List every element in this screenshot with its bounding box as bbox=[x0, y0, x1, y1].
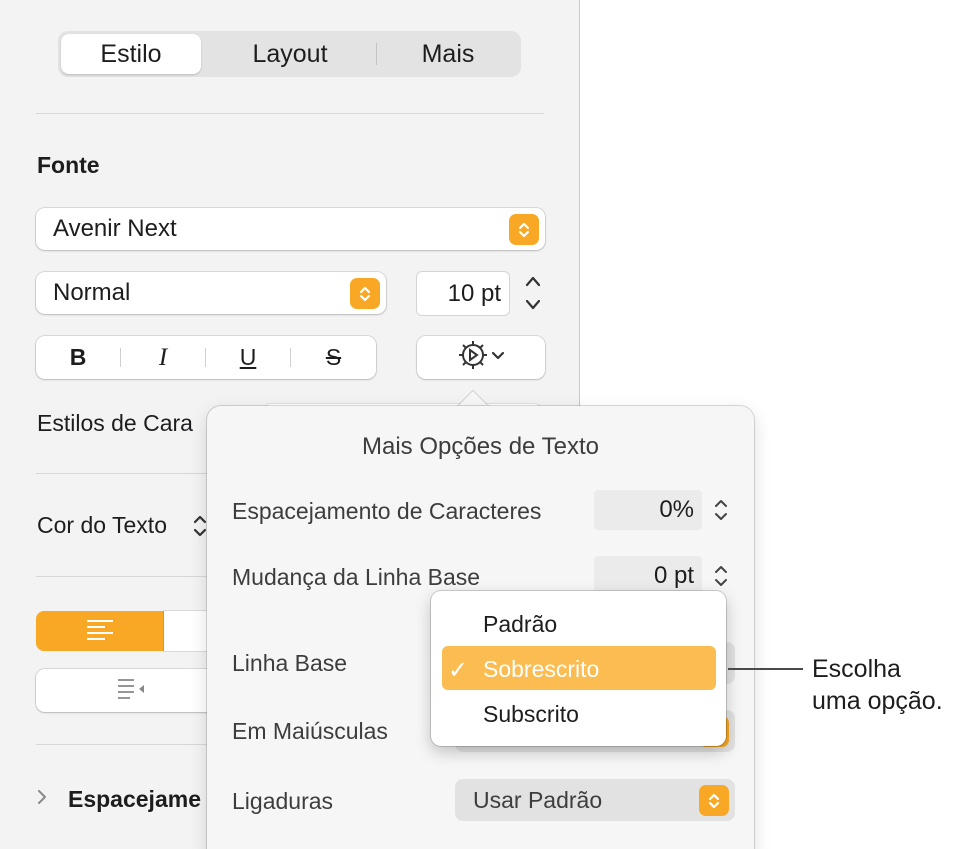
callout-line-1: Escolha bbox=[812, 655, 901, 683]
menu-item-sobrescrito[interactable]: Sobrescrito bbox=[483, 656, 599, 683]
decrease-indent-button[interactable] bbox=[36, 669, 226, 712]
advanced-options-button[interactable] bbox=[417, 336, 545, 379]
outdent-icon bbox=[114, 677, 148, 704]
callout-text: Escolha uma opção. bbox=[812, 653, 943, 717]
font-size-field[interactable]: 10 pt bbox=[417, 272, 509, 315]
divider bbox=[36, 113, 544, 114]
tab-mais[interactable]: Mais bbox=[378, 34, 518, 74]
checkmark-icon: ✓ bbox=[448, 657, 469, 684]
baseline-shift-label: Mudança da Linha Base bbox=[232, 564, 481, 590]
font-heading: Fonte bbox=[37, 152, 100, 178]
popover-arrow bbox=[456, 389, 490, 407]
font-family-value: Avenir Next bbox=[53, 215, 177, 242]
gear-icon bbox=[456, 338, 490, 377]
up-down-chevron-icon bbox=[699, 785, 729, 816]
baseline-menu: Padrão ✓ Sobrescrito Subscrito bbox=[431, 591, 726, 746]
tab-estilo[interactable]: Estilo bbox=[61, 34, 201, 74]
menu-item-padrao[interactable]: Padrão bbox=[483, 611, 557, 638]
character-spacing-stepper[interactable] bbox=[710, 490, 732, 535]
baseline-label: Linha Base bbox=[232, 650, 348, 676]
text-style-buttons: B I U S bbox=[36, 336, 376, 379]
italic-button[interactable]: I bbox=[121, 336, 205, 379]
up-down-chevron-icon bbox=[509, 214, 539, 245]
baseline-shift-field[interactable]: 0 pt bbox=[594, 556, 702, 596]
strikethrough-button[interactable]: S bbox=[291, 336, 376, 379]
font-typeface-value: Normal bbox=[53, 279, 131, 306]
text-color-label: Cor do Texto bbox=[37, 512, 167, 538]
font-typeface-popup[interactable]: Normal bbox=[36, 272, 386, 314]
align-left-icon bbox=[85, 618, 115, 645]
divider bbox=[36, 576, 208, 577]
tab-divider bbox=[376, 43, 377, 65]
character-styles-label: Estilos de Cara bbox=[37, 410, 193, 436]
character-spacing-label: Espacejamento de Caracteres bbox=[232, 498, 542, 524]
tab-layout[interactable]: Layout bbox=[220, 34, 360, 74]
ligatures-label: Ligaduras bbox=[232, 788, 334, 814]
character-spacing-field[interactable]: 0% bbox=[594, 490, 702, 530]
callout-line-2: uma opção. bbox=[812, 687, 943, 715]
inspector-tab-bar: Estilo Layout Mais bbox=[58, 31, 521, 77]
callout-line bbox=[728, 668, 803, 670]
ligatures-popup[interactable]: Usar Padrão bbox=[455, 779, 735, 821]
font-size-stepper[interactable] bbox=[520, 270, 546, 316]
up-down-chevron-icon[interactable] bbox=[192, 512, 208, 545]
font-family-popup[interactable]: Avenir Next bbox=[36, 208, 545, 250]
align-left-button[interactable] bbox=[36, 611, 164, 651]
ligatures-value: Usar Padrão bbox=[473, 786, 603, 813]
divider bbox=[36, 473, 208, 474]
up-down-chevron-icon bbox=[350, 278, 380, 309]
underline-button[interactable]: U bbox=[206, 336, 290, 379]
divider bbox=[36, 744, 208, 745]
chevron-down-icon bbox=[490, 347, 506, 368]
capitalization-label: Em Maiúsculas bbox=[232, 718, 388, 744]
chevron-right-icon[interactable] bbox=[35, 787, 49, 812]
spacing-section-label: Espacejame bbox=[68, 786, 201, 812]
menu-item-subscrito[interactable]: Subscrito bbox=[483, 701, 579, 728]
bold-button[interactable]: B bbox=[36, 336, 120, 379]
popover-title: Mais Opções de Texto bbox=[361, 433, 599, 460]
